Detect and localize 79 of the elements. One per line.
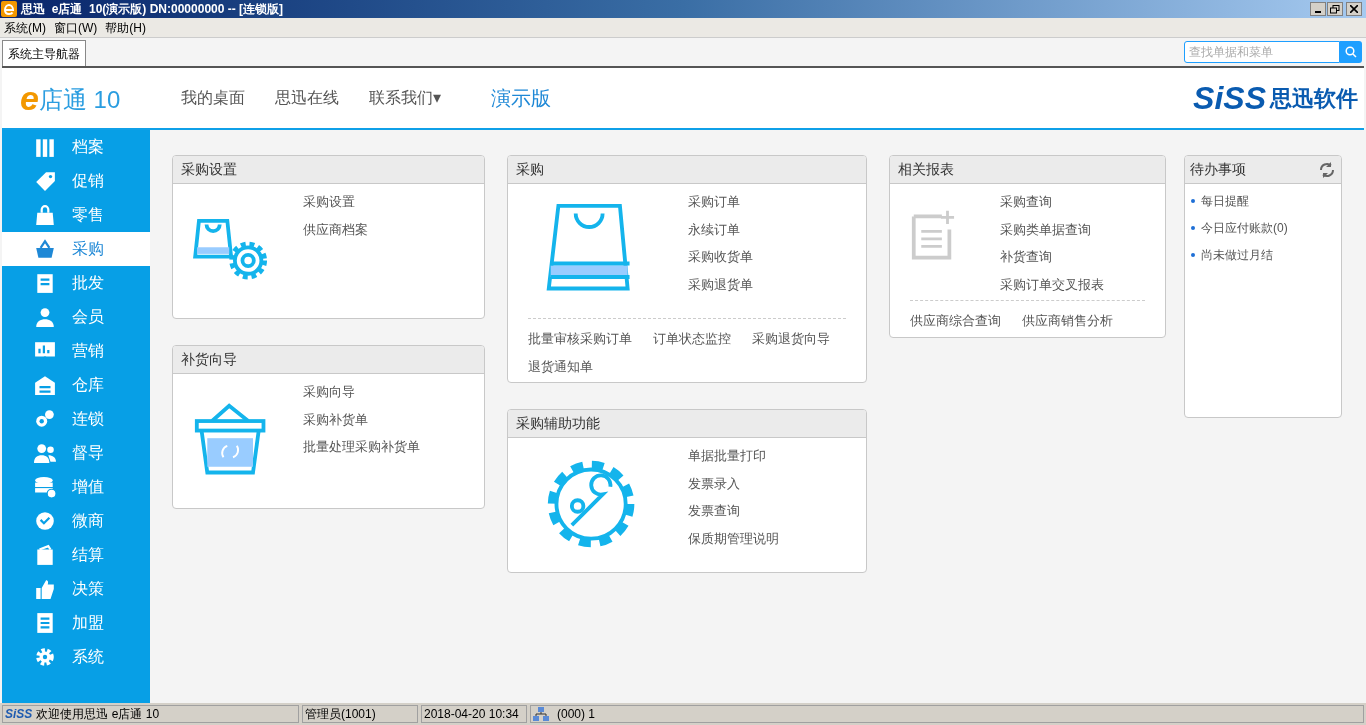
menu-link[interactable]: 采购收货单 <box>688 247 753 267</box>
menu-item[interactable]: 帮助(H) <box>101 18 150 37</box>
basket-icon <box>34 238 56 260</box>
edition-label: 演示版 <box>491 86 551 111</box>
refresh-icon[interactable] <box>1318 160 1336 179</box>
datetime-label: 2018-04-20 10:34 <box>424 706 519 723</box>
people-icon <box>34 442 56 464</box>
restore-icon <box>1330 4 1340 14</box>
tag-icon <box>34 170 56 192</box>
panel-title: 待办事项 <box>1190 160 1246 179</box>
gears-icon <box>34 408 56 430</box>
menu-link[interactable]: 采购退货向导 <box>752 329 830 349</box>
menu-link[interactable]: 采购订单 <box>688 192 753 212</box>
person-icon <box>34 306 56 328</box>
minimize-icon <box>1315 11 1321 13</box>
brand-logo: SiSS <box>5 706 33 723</box>
bullet-icon <box>1191 253 1195 257</box>
card-title: 相关报表 <box>898 160 954 179</box>
document-icon <box>34 612 56 634</box>
thumbs-up-icon <box>34 578 56 600</box>
welcome-text: 欢迎使用思迅 e店通 10 <box>36 706 160 723</box>
gear-icon <box>34 646 56 668</box>
menu-link[interactable]: 供应商销售分析 <box>1022 311 1113 331</box>
menu-link[interactable]: 订单状态监控 <box>653 329 731 349</box>
menu-link[interactable]: 采购订单交叉报表 <box>1000 274 1104 294</box>
todo-link[interactable]: 今日应付账款(0) <box>1201 219 1288 237</box>
todo-link[interactable]: 尚未做过月结 <box>1201 246 1273 264</box>
network-status: (000) 1 <box>557 706 596 723</box>
menu-link[interactable]: 批量审核采购订单 <box>528 329 632 349</box>
sidebar-item[interactable]: 采购 <box>2 232 150 266</box>
warehouse-icon <box>34 374 56 396</box>
menu-link[interactable]: 永续订单 <box>688 219 753 239</box>
close-icon <box>1350 5 1358 13</box>
menu-link[interactable]: 供应商档案 <box>303 219 368 239</box>
card-title: 采购 <box>516 160 544 179</box>
database-icon <box>34 476 56 498</box>
books-icon <box>34 136 56 158</box>
search-icon <box>1345 46 1357 58</box>
window-title: 思迅 e店通 10(演示版) DN:00000000 -- [连锁版] <box>21 1 284 18</box>
bullet-icon <box>1191 199 1195 203</box>
menu-link[interactable]: 补货查询 <box>1000 247 1104 267</box>
network-icon <box>533 706 549 722</box>
card-title: 采购辅助功能 <box>516 414 600 433</box>
user-label: 管理员(1001) <box>305 706 376 723</box>
tab[interactable]: 系统主导航器 <box>2 40 86 66</box>
menu-link[interactable]: 单据批量打印 <box>688 446 779 466</box>
menu-item[interactable]: 系统(M) <box>0 18 50 37</box>
todo-link[interactable]: 每日提醒 <box>1201 192 1249 210</box>
menu-link[interactable]: 采购补货单 <box>303 409 420 429</box>
card-title: 采购设置 <box>181 160 237 179</box>
search-button[interactable] <box>1340 41 1362 63</box>
shopping-bag-icon <box>34 204 56 226</box>
menu-link[interactable]: 发票查询 <box>688 501 779 521</box>
app-logo-icon <box>1 1 17 17</box>
brand-logo: SiSS <box>1193 79 1266 118</box>
search-field[interactable]: 查找单据和菜单 <box>1184 41 1340 63</box>
receipt-icon <box>34 272 56 294</box>
minimize-button[interactable] <box>1310 2 1326 16</box>
logo-letter: e <box>20 81 39 115</box>
menu-link[interactable]: 供应商综合查询 <box>910 311 1001 331</box>
menu-link[interactable]: 批量处理采购补货单 <box>303 437 420 457</box>
menu-link[interactable]: 采购退货单 <box>688 274 753 294</box>
app-logo: 店通 10 <box>38 85 121 115</box>
restore-button[interactable] <box>1327 2 1343 16</box>
menu-link[interactable]: 采购向导 <box>303 382 420 402</box>
brand-name: 思迅软件 <box>1270 84 1358 113</box>
nav-link[interactable]: 思迅在线 <box>275 86 339 110</box>
menu-link[interactable]: 采购查询 <box>1000 192 1104 212</box>
menu-link[interactable]: 退货通知单 <box>528 356 593 376</box>
nav-link[interactable]: 我的桌面 <box>181 86 245 110</box>
card-title: 补货向导 <box>181 350 237 369</box>
nav-link[interactable]: 联系我们▾ <box>369 86 441 110</box>
close-button[interactable] <box>1346 2 1362 16</box>
menu-link[interactable]: 保质期管理说明 <box>688 528 779 548</box>
menu-link[interactable]: 采购类单据查询 <box>1000 219 1104 239</box>
menu-link[interactable]: 采购设置 <box>303 192 368 212</box>
bullet-icon <box>1191 226 1195 230</box>
menu-link[interactable]: 发票录入 <box>688 473 779 493</box>
menu-item[interactable]: 窗口(W) <box>50 18 102 37</box>
